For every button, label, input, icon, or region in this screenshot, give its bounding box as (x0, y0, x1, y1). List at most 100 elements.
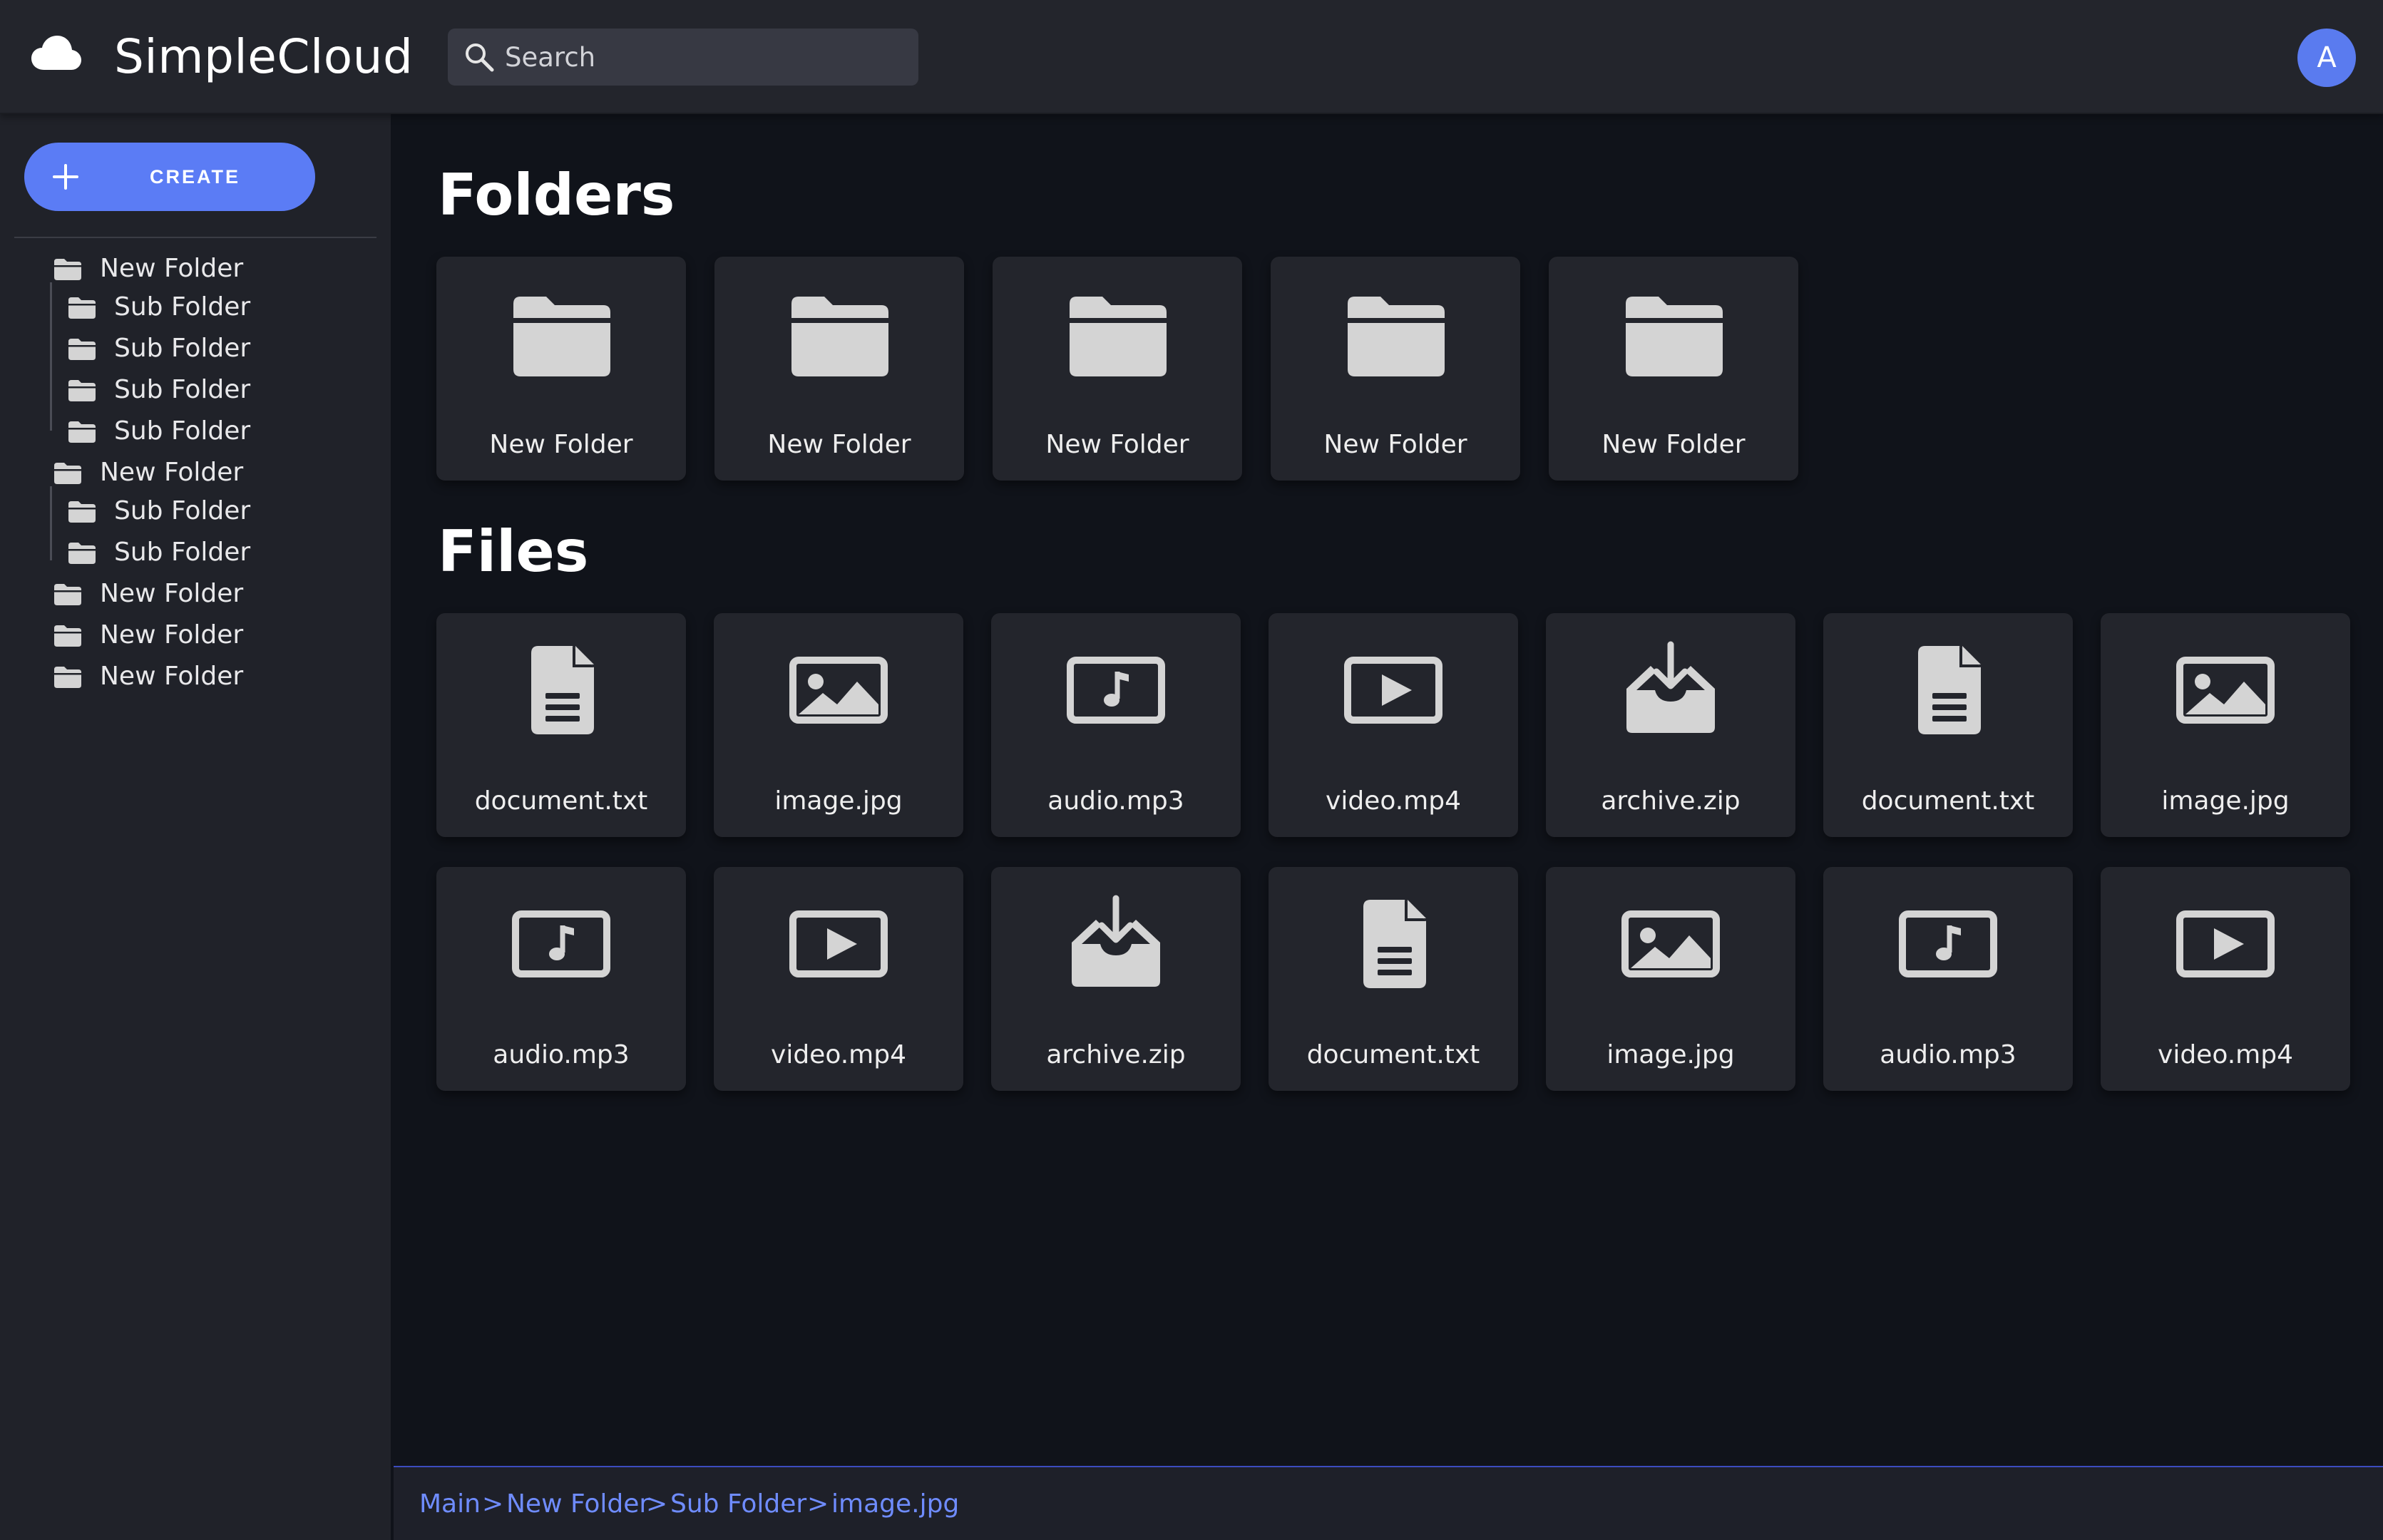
audio-icon (511, 893, 611, 992)
folders-heading: Folders (438, 162, 675, 228)
folder-icon (54, 259, 81, 280)
file-tile[interactable]: audio.mp3 (1823, 867, 2073, 1091)
app-title: SimpleCloud (114, 29, 414, 84)
folder-icon (1070, 297, 1167, 376)
file-name: image.jpg (1606, 1040, 1735, 1069)
create-button-label: CREATE (150, 166, 241, 188)
file-tile[interactable]: video.mp4 (1269, 613, 1518, 837)
folder-icon (68, 339, 96, 360)
tree-item-label: Sub Folder (114, 334, 251, 363)
file-tile[interactable]: archive.zip (991, 867, 1241, 1091)
folder-name: New Folder (1323, 430, 1467, 459)
file-name: document.txt (474, 786, 648, 816)
breadcrumb-item-folder[interactable]: New Folder (506, 1467, 650, 1540)
document-icon (511, 639, 611, 739)
file-name: audio.mp3 (493, 1040, 630, 1069)
file-name: document.txt (1306, 1040, 1480, 1069)
file-name: audio.mp3 (1880, 1040, 2016, 1069)
folder-name: New Folder (767, 430, 911, 459)
create-button[interactable]: CREATE (24, 143, 315, 211)
audio-icon (1898, 893, 1998, 992)
folder-tile[interactable]: New Folder (1271, 257, 1520, 481)
plus-icon (53, 164, 78, 190)
folder-tile[interactable]: New Folder (714, 257, 964, 481)
folder-icon (54, 667, 81, 688)
file-name: image.jpg (774, 786, 903, 816)
file-name: video.mp4 (1326, 786, 1461, 816)
tree-item-label: Sub Folder (114, 292, 251, 322)
folder-icon (68, 501, 96, 523)
video-icon (789, 893, 888, 992)
folder-icon (513, 297, 610, 376)
file-tile[interactable]: archive.zip (1546, 613, 1795, 837)
sidebar: CREATE New Folder Sub Folder Sub Folder … (0, 114, 391, 1540)
search-box[interactable] (448, 29, 918, 86)
archive-icon (1066, 893, 1166, 992)
breadcrumb-separator: > (807, 1489, 829, 1519)
image-icon (789, 639, 888, 739)
tree-item-label: New Folder (100, 579, 244, 608)
top-bar: SimpleCloud A (0, 0, 2383, 114)
file-tile[interactable]: audio.mp3 (991, 613, 1241, 837)
folder-icon (1626, 297, 1723, 376)
file-name: video.mp4 (2158, 1040, 2293, 1069)
document-icon (1898, 639, 1998, 739)
file-name: image.jpg (2161, 786, 2290, 816)
tree-item-label: New Folder (100, 458, 244, 487)
image-icon (1621, 893, 1721, 992)
breadcrumb-item-subfolder[interactable]: Sub Folder (670, 1467, 806, 1540)
file-tile[interactable]: video.mp4 (714, 867, 963, 1091)
tree-item-label: New Folder (100, 620, 244, 650)
file-tile[interactable]: image.jpg (714, 613, 963, 837)
breadcrumb: Main > New Folder > Sub Folder > image.j… (394, 1466, 2383, 1540)
folder-icon (68, 297, 96, 319)
folder-name: New Folder (1602, 430, 1746, 459)
tree-item-label: New Folder (100, 662, 244, 691)
file-name: video.mp4 (771, 1040, 906, 1069)
file-name: archive.zip (1601, 786, 1741, 816)
tree-guide-line (50, 282, 52, 431)
document-icon (1343, 893, 1443, 992)
tree-item-label: New Folder (100, 254, 244, 283)
breadcrumb-separator: > (482, 1489, 504, 1519)
tree-item-label: Sub Folder (114, 496, 251, 525)
folder-icon (54, 625, 81, 647)
folder-icon (68, 421, 96, 443)
tree-item-label: Sub Folder (114, 375, 251, 404)
folder-icon (54, 584, 81, 605)
folder-icon (54, 463, 81, 484)
file-name: document.txt (1861, 786, 2035, 816)
search-icon (466, 43, 494, 72)
video-icon (1343, 639, 1443, 739)
folder-tile[interactable]: New Folder (1549, 257, 1798, 481)
folder-tile[interactable]: New Folder (993, 257, 1242, 481)
folder-name: New Folder (489, 430, 633, 459)
folder-icon (791, 297, 888, 376)
folder-tile[interactable]: New Folder (436, 257, 686, 481)
file-name: audio.mp3 (1047, 786, 1184, 816)
file-tile[interactable]: document.txt (436, 613, 686, 837)
archive-icon (1621, 639, 1721, 739)
sidebar-divider (14, 237, 376, 238)
tree-item-label: Sub Folder (114, 416, 251, 446)
video-icon (2176, 893, 2275, 992)
tree-item-label: Sub Folder (114, 538, 251, 567)
breadcrumb-item-current[interactable]: image.jpg (831, 1467, 959, 1540)
file-tile[interactable]: audio.mp3 (436, 867, 686, 1091)
file-tile[interactable]: image.jpg (2101, 613, 2350, 837)
file-tile[interactable]: document.txt (1823, 613, 2073, 837)
audio-icon (1066, 639, 1166, 739)
folder-icon (68, 380, 96, 401)
tree-guide-line (50, 486, 52, 560)
folder-icon (68, 543, 96, 564)
avatar[interactable]: A (2297, 29, 2356, 87)
breadcrumb-item-main[interactable]: Main (419, 1467, 481, 1540)
image-icon (2176, 639, 2275, 739)
file-tile[interactable]: document.txt (1269, 867, 1518, 1091)
file-name: archive.zip (1046, 1040, 1186, 1069)
files-heading: Files (438, 518, 589, 585)
file-tile[interactable]: image.jpg (1546, 867, 1795, 1091)
file-tile[interactable]: video.mp4 (2101, 867, 2350, 1091)
folder-name: New Folder (1045, 430, 1189, 459)
search-input[interactable] (505, 29, 904, 86)
